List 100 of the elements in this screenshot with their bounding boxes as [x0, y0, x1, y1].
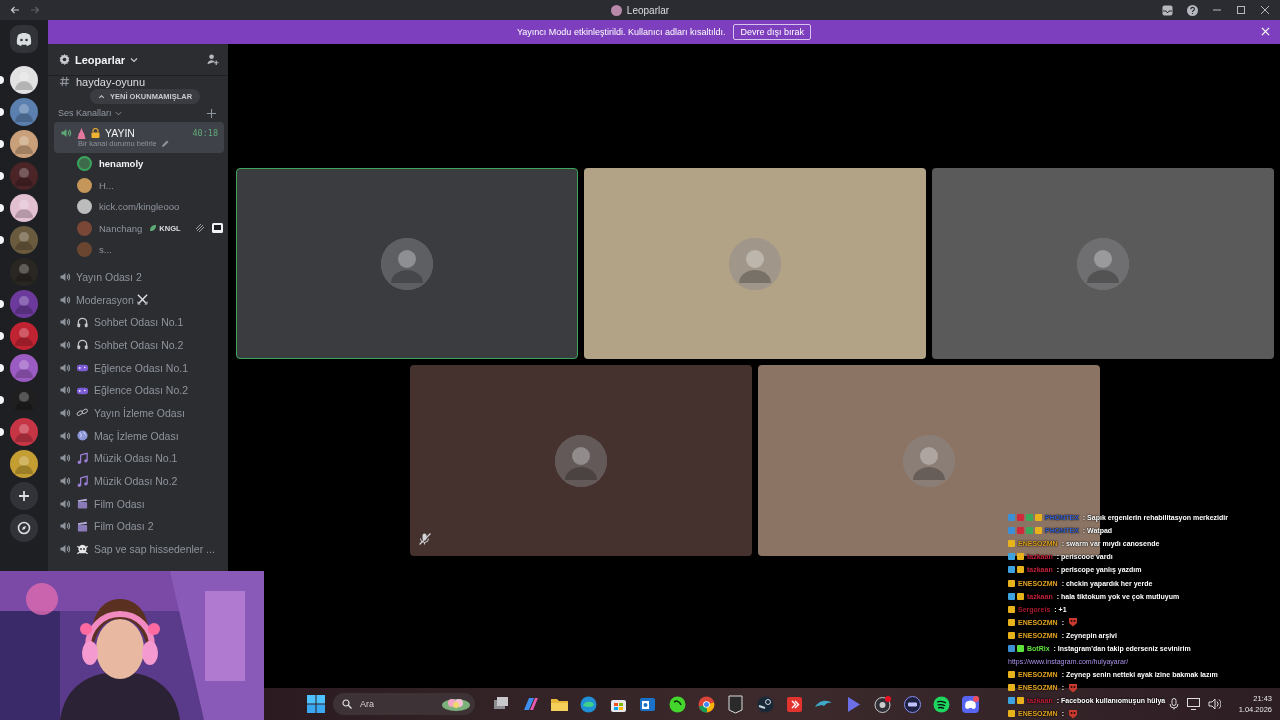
disable-button[interactable]: Devre dışı bırak: [733, 24, 811, 40]
start-icon[interactable]: [307, 695, 325, 713]
pencil-icon[interactable]: [160, 139, 169, 148]
settings-icon[interactable]: [59, 54, 70, 65]
add-member-icon[interactable]: [206, 53, 219, 66]
flower-icon: [441, 696, 471, 712]
server-name: Leoparlar: [75, 53, 126, 66]
speaker-icon: [59, 361, 71, 374]
music-note-icon: [76, 451, 89, 465]
video-tile[interactable]: [932, 168, 1274, 359]
search-bar[interactable]: Ara: [333, 693, 475, 715]
server-header[interactable]: Leoparlar: [48, 44, 228, 76]
channel-name: Eğlence Odası No.1: [94, 361, 188, 374]
close-icon[interactable]: [1260, 5, 1270, 15]
chat-app-icon[interactable]: [961, 694, 981, 714]
video-tile[interactable]: [236, 168, 578, 359]
user-name[interactable]: Nanchang: [99, 222, 143, 234]
video-tile[interactable]: [410, 365, 752, 556]
music-note-icon: [76, 474, 89, 488]
server-icon[interactable]: [10, 98, 38, 126]
volume-icon[interactable]: [1207, 698, 1221, 710]
window-title: Leoparlar: [626, 4, 670, 16]
voice-channel[interactable]: Yayın Odası 2: [48, 265, 228, 289]
app-logo-icon[interactable]: [10, 25, 38, 53]
speaker-icon: [59, 429, 71, 442]
speaker-icon: [59, 520, 71, 533]
channel-name: Film Odası: [94, 497, 145, 510]
chevron-down-icon: [130, 55, 139, 64]
remote-desktop-icon[interactable]: [785, 694, 805, 714]
user-avatar: [1077, 237, 1129, 290]
category-name[interactable]: Ses Kanalları: [58, 108, 112, 118]
search-field[interactable]: Ara: [358, 698, 435, 710]
voice-channel[interactable]: Film Odası 2: [48, 515, 228, 538]
speaker-icon: [59, 497, 71, 510]
server-icon[interactable]: [10, 130, 38, 158]
speaker-icon: [59, 406, 71, 419]
clapper-icon: [76, 519, 89, 533]
leaf-icon: [149, 224, 158, 233]
voice-channel[interactable]: Sohbet Odası No.1: [48, 310, 228, 334]
help-icon[interactable]: [1187, 4, 1198, 16]
app-icon[interactable]: [667, 694, 687, 714]
channel-name: Eğlence Odası No.2: [94, 384, 188, 397]
record-icon[interactable]: [873, 694, 893, 714]
voice-channel[interactable]: Maç İzleme Odası: [48, 424, 228, 447]
voice-channel[interactable]: Müzik Odası No.2: [48, 469, 228, 493]
voice-channel[interactable]: Film Odası: [48, 492, 228, 516]
add-server-icon[interactable]: [10, 482, 38, 510]
compass-icon[interactable]: [10, 514, 38, 542]
user-name[interactable]: henamoly: [99, 158, 144, 170]
channel-name: Yayın İzleme Odası: [94, 406, 185, 419]
voice-channel[interactable]: Müzik Odası No.1: [48, 447, 228, 470]
skull-icon: [76, 542, 89, 556]
headphones-icon: [76, 338, 89, 352]
search-icon: [342, 699, 352, 709]
channel-name: Maç İzleme Odası: [94, 429, 179, 442]
user-name[interactable]: H...: [99, 179, 114, 191]
app-icon[interactable]: [902, 694, 922, 714]
server-icon[interactable]: [10, 194, 38, 222]
chevron-down-icon: [114, 109, 122, 117]
back-arrow-icon[interactable]: [10, 5, 20, 15]
user-name[interactable]: kick.com/kingleooo: [99, 201, 180, 213]
channel-name[interactable]: hayday-oyunu: [76, 76, 146, 88]
crossed-swords-icon: [135, 293, 149, 307]
voice-channel[interactable]: Moderasyon: [48, 288, 228, 311]
voice-channel[interactable]: Eğlence Odası No.1: [48, 356, 228, 379]
browser-icon[interactable]: [579, 694, 599, 714]
channel-name: Yayın Odası 2: [76, 270, 142, 283]
mask-emote-icon: [1068, 708, 1078, 719]
channel-name: Sohbet Odası No.2: [94, 338, 184, 351]
speaker-icon: [59, 452, 71, 465]
mask-emote-icon: [1068, 617, 1078, 628]
browser-icon[interactable]: [696, 694, 716, 714]
speaker-icon: [60, 127, 72, 139]
globe-icon: [76, 429, 89, 443]
hash-icon: [59, 76, 70, 87]
elapsed-time: 40:18: [192, 128, 218, 138]
server-avatar-icon: [610, 4, 622, 16]
channel-name: Film Odası 2: [94, 520, 154, 533]
channel-name: Müzik Odası No.2: [94, 475, 178, 488]
voice-channel[interactable]: Eğlence Odası No.2: [48, 378, 228, 402]
server-icon[interactable]: [10, 450, 38, 478]
server-icon[interactable]: [10, 66, 38, 94]
plus-icon[interactable]: [207, 108, 216, 118]
channel-name: YAYIN: [105, 127, 136, 139]
user-avatar: [555, 434, 607, 487]
music-app-icon[interactable]: [932, 694, 952, 714]
voice-channel[interactable]: Sohbet Odası No.2: [48, 333, 228, 357]
server-icon[interactable]: [10, 354, 38, 382]
microphone-icon[interactable]: [1168, 698, 1179, 710]
headphones-icon: [76, 315, 89, 329]
video-tile[interactable]: [584, 168, 926, 359]
speaker-icon: [59, 270, 71, 283]
inbox-icon[interactable]: [1162, 4, 1173, 16]
voice-channel[interactable]: Yayın İzleme Odası: [48, 401, 228, 425]
maximize-icon[interactable]: [1236, 5, 1246, 15]
channel-name: Müzik Odası No.1: [94, 452, 178, 465]
caret-up-icon: [98, 93, 105, 100]
voice-channel[interactable]: Sap ve sap hissedenler ...: [48, 537, 228, 561]
user-name[interactable]: s...: [99, 244, 112, 256]
clapper-icon: [76, 497, 89, 511]
